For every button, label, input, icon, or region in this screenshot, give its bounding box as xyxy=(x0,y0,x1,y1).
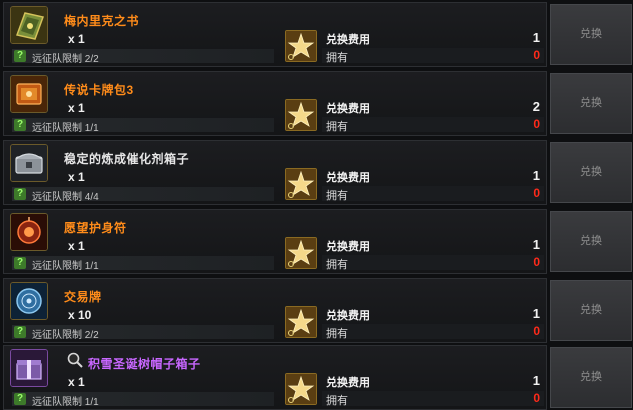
help-icon[interactable]: ? xyxy=(14,188,26,200)
item-name: 交易牌 xyxy=(64,290,102,304)
owned-label: 拥有 xyxy=(326,395,348,407)
exchange-button[interactable]: 兑换 xyxy=(550,347,632,408)
limit-text: 远征队限制 4/4 xyxy=(32,192,99,203)
owned-bar: 拥有 0 xyxy=(322,117,544,133)
search-icon[interactable] xyxy=(66,351,84,369)
cost-value: 1 xyxy=(532,30,540,45)
item-quantity: x 1 xyxy=(68,32,85,46)
owned-value: 0 xyxy=(533,48,540,62)
star-token-icon[interactable] xyxy=(285,30,317,62)
star-token-icon[interactable] xyxy=(285,168,317,200)
item-panel: 梅内里克之书 x 1 ? 远征队限制 2/2 兑换费用 1 拥有 0 xyxy=(3,2,547,67)
exchange-row: 交易牌 x 10 ? 远征队限制 2/2 兑换费用 1 拥有 0 兑换 xyxy=(0,278,633,343)
exchange-row: 积雪圣诞树帽子箱子 x 1 ? 远征队限制 1/1 兑换费用 1 拥有 0 兑换 xyxy=(0,345,633,410)
chest-icon[interactable] xyxy=(10,144,48,182)
card-pack-icon[interactable] xyxy=(10,75,48,113)
limit-bar: ? 远征队限制 1/1 xyxy=(12,118,274,134)
limit-bar: ? 远征队限制 4/4 xyxy=(12,187,274,203)
owned-label: 拥有 xyxy=(326,259,348,271)
item-panel: 积雪圣诞树帽子箱子 x 1 ? 远征队限制 1/1 兑换费用 1 拥有 0 xyxy=(3,345,547,410)
item-panel: 愿望护身符 x 1 ? 远征队限制 1/1 兑换费用 1 拥有 0 xyxy=(3,209,547,274)
owned-bar: 拥有 0 xyxy=(322,324,544,340)
cost-label: 兑换费用 xyxy=(326,310,370,322)
exchange-row: 梅内里克之书 x 1 ? 远征队限制 2/2 兑换费用 1 拥有 0 兑换 xyxy=(0,2,633,67)
owned-value: 0 xyxy=(533,391,540,405)
owned-value: 0 xyxy=(533,117,540,131)
owned-value: 0 xyxy=(533,324,540,338)
owned-bar: 拥有 0 xyxy=(322,186,544,202)
help-icon[interactable]: ? xyxy=(14,257,26,269)
cost-value: 1 xyxy=(532,373,540,388)
exchange-list: 梅内里克之书 x 1 ? 远征队限制 2/2 兑换费用 1 拥有 0 兑换 传说… xyxy=(0,0,633,410)
cost-value: 1 xyxy=(532,168,540,183)
item-name: 梅内里克之书 xyxy=(64,14,140,28)
exchange-button[interactable]: 兑换 xyxy=(550,4,632,65)
exchange-row: 愿望护身符 x 1 ? 远征队限制 1/1 兑换费用 1 拥有 0 兑换 xyxy=(0,209,633,274)
owned-label: 拥有 xyxy=(326,52,348,64)
cost-label: 兑换费用 xyxy=(326,377,370,389)
star-token-icon[interactable] xyxy=(285,373,317,405)
item-name: 愿望护身符 xyxy=(64,221,127,235)
limit-bar: ? 远征队限制 2/2 xyxy=(12,49,274,65)
limit-text: 远征队限制 2/2 xyxy=(32,330,99,341)
exchange-button[interactable]: 兑换 xyxy=(550,211,632,272)
star-token-icon[interactable] xyxy=(285,306,317,338)
item-quantity: x 1 xyxy=(68,239,85,253)
limit-bar: ? 远征队限制 1/1 xyxy=(12,256,274,272)
star-token-icon[interactable] xyxy=(285,237,317,269)
exchange-button[interactable]: 兑换 xyxy=(550,280,632,341)
exchange-row: 稳定的炼成催化剂箱子 x 1 ? 远征队限制 4/4 兑换费用 1 拥有 0 兑… xyxy=(0,140,633,205)
cost-label: 兑换费用 xyxy=(326,241,370,253)
exchange-button[interactable]: 兑换 xyxy=(550,73,632,134)
item-panel: 稳定的炼成催化剂箱子 x 1 ? 远征队限制 4/4 兑换费用 1 拥有 0 xyxy=(3,140,547,205)
item-quantity: x 10 xyxy=(68,308,92,322)
limit-bar: ? 远征队限制 2/2 xyxy=(12,325,274,341)
owned-bar: 拥有 0 xyxy=(322,48,544,64)
owned-value: 0 xyxy=(533,255,540,269)
book-icon[interactable] xyxy=(10,6,48,44)
cost-label: 兑换费用 xyxy=(326,172,370,184)
item-quantity: x 1 xyxy=(68,101,85,115)
item-name: 稳定的炼成催化剂箱子 xyxy=(64,152,190,166)
cost-value: 1 xyxy=(532,237,540,252)
item-quantity: x 1 xyxy=(68,375,85,389)
owned-value: 0 xyxy=(533,186,540,200)
hat-box-icon[interactable] xyxy=(10,349,48,387)
item-panel: 交易牌 x 10 ? 远征队限制 2/2 兑换费用 1 拥有 0 xyxy=(3,278,547,343)
limit-text: 远征队限制 1/1 xyxy=(32,261,99,272)
item-name: 传说卡牌包3 xyxy=(64,83,134,97)
help-icon[interactable]: ? xyxy=(14,326,26,338)
item-panel: 传说卡牌包3 x 1 ? 远征队限制 1/1 兑换费用 2 拥有 0 xyxy=(3,71,547,136)
cost-label: 兑换费用 xyxy=(326,34,370,46)
exchange-row: 传说卡牌包3 x 1 ? 远征队限制 1/1 兑换费用 2 拥有 0 兑换 xyxy=(0,71,633,136)
owned-label: 拥有 xyxy=(326,190,348,202)
help-icon[interactable]: ? xyxy=(14,119,26,131)
limit-text: 远征队限制 1/1 xyxy=(32,123,99,134)
cost-value: 2 xyxy=(532,99,540,114)
star-token-icon[interactable] xyxy=(285,99,317,131)
cost-value: 1 xyxy=(532,306,540,321)
owned-label: 拥有 xyxy=(326,328,348,340)
trade-token-icon[interactable] xyxy=(10,282,48,320)
limit-text: 远征队限制 2/2 xyxy=(32,54,99,65)
owned-bar: 拥有 0 xyxy=(322,391,544,407)
limit-text: 远征队限制 1/1 xyxy=(32,397,99,408)
amulet-icon[interactable] xyxy=(10,213,48,251)
exchange-button[interactable]: 兑换 xyxy=(550,142,632,203)
help-icon[interactable]: ? xyxy=(14,50,26,62)
help-icon[interactable]: ? xyxy=(14,393,26,405)
limit-bar: ? 远征队限制 1/1 xyxy=(12,392,274,408)
item-name: 积雪圣诞树帽子箱子 xyxy=(88,357,201,371)
item-quantity: x 1 xyxy=(68,170,85,184)
owned-label: 拥有 xyxy=(326,121,348,133)
owned-bar: 拥有 0 xyxy=(322,255,544,271)
cost-label: 兑换费用 xyxy=(326,103,370,115)
